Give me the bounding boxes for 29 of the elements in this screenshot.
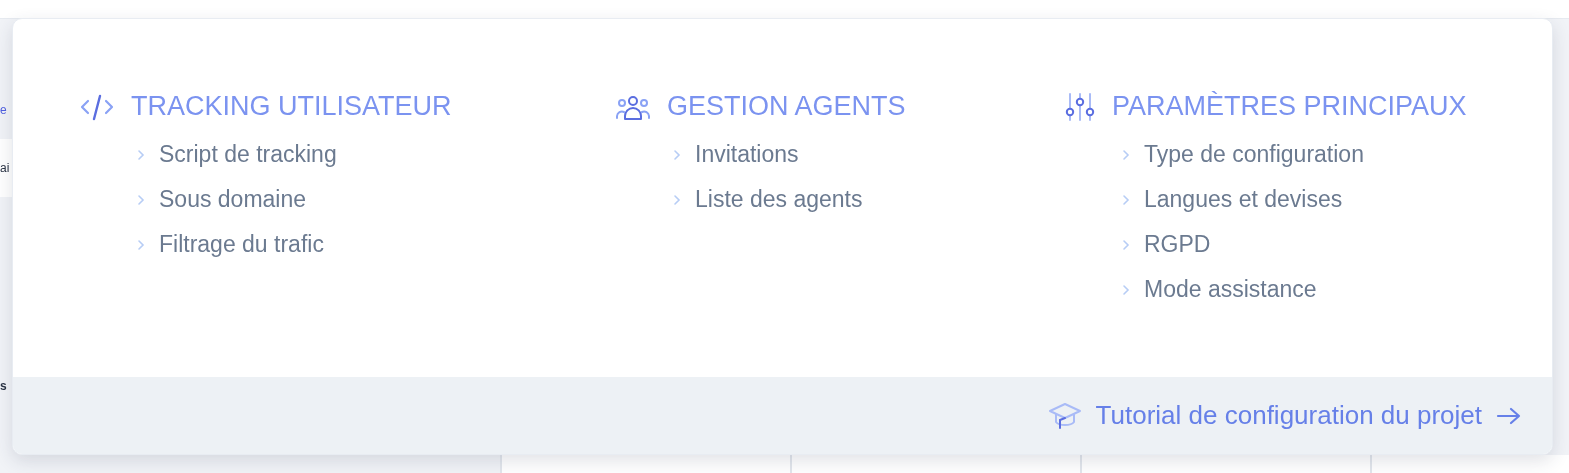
arrow-right-icon xyxy=(1496,405,1522,426)
graduation-cap-icon xyxy=(1047,400,1082,431)
background-text: ai xyxy=(0,139,12,197)
menu-link[interactable]: Script de tracking xyxy=(137,132,615,177)
menu-link[interactable]: RGPD xyxy=(1122,222,1552,267)
menu-link[interactable]: Invitations xyxy=(673,132,1064,177)
sliders-icon xyxy=(1064,91,1096,122)
chevron-icon xyxy=(1122,148,1130,161)
section-title: GESTION AGENTS xyxy=(667,91,906,122)
chevron-icon xyxy=(1122,283,1130,296)
section-title: PARAMÈTRES PRINCIPAUX xyxy=(1112,91,1467,122)
chevron-icon xyxy=(137,193,145,206)
chevron-icon xyxy=(1122,193,1130,206)
menu-link[interactable]: Langues et devises xyxy=(1122,177,1552,222)
section-title: TRACKING UTILISATEUR xyxy=(131,91,452,122)
chevron-icon xyxy=(137,148,145,161)
menu-link[interactable]: Type de configuration xyxy=(1122,132,1552,177)
chevron-icon xyxy=(673,148,681,161)
menu-link[interactable]: Filtrage du trafic xyxy=(137,222,615,267)
background-text: e xyxy=(0,102,8,119)
background-text: s xyxy=(0,378,8,395)
code-icon xyxy=(79,92,115,121)
chevron-icon xyxy=(1122,238,1130,251)
menu-link[interactable]: Liste des agents xyxy=(673,177,1064,222)
menu-link[interactable]: Sous domaine xyxy=(137,177,615,222)
chevron-icon xyxy=(137,238,145,251)
tutorial-link[interactable]: Tutorial de configuration du projet xyxy=(1095,400,1522,431)
menu-link[interactable]: Mode assistance xyxy=(1122,267,1552,312)
chevron-icon xyxy=(673,193,681,206)
